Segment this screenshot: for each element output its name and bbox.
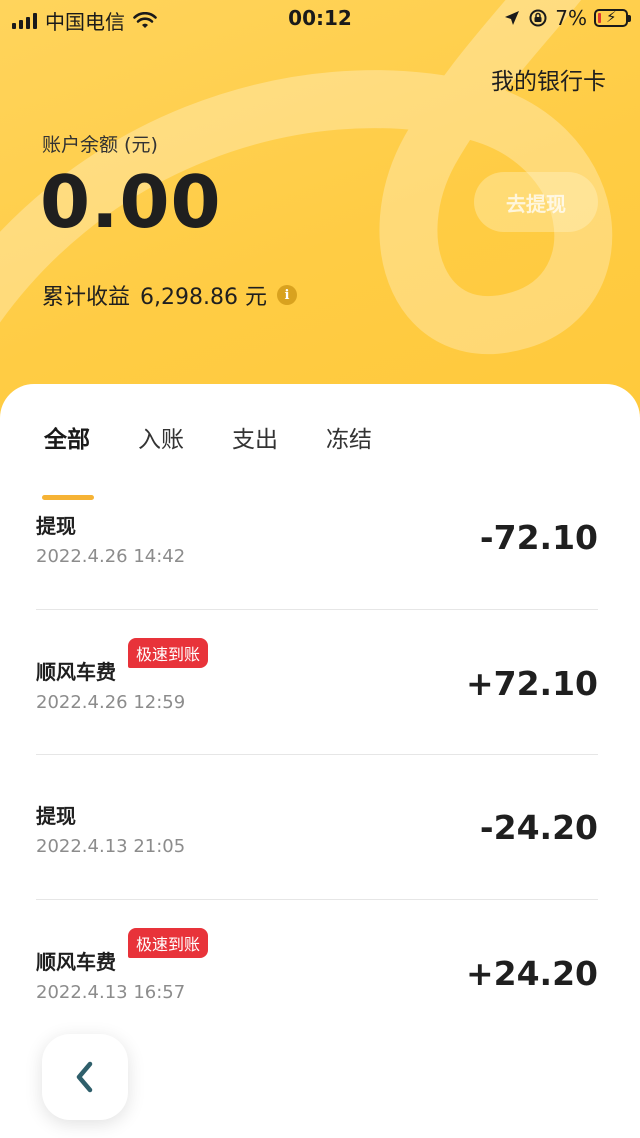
- status-bar: 中国电信 00:12 7% ⚡: [0, 0, 640, 38]
- battery-percent: 7%: [555, 6, 587, 30]
- carrier-label: 中国电信: [45, 10, 125, 34]
- transaction-row[interactable]: 极速到账 顺风车费 2022.4.26 12:59 +72.10: [36, 636, 598, 781]
- transaction-date: 2022.4.13 16:57: [36, 982, 186, 1003]
- filter-tabs: 全部 入账 支出 冻结: [0, 420, 640, 500]
- transaction-name: 提现: [36, 804, 76, 828]
- transaction-amount: -72.10: [479, 518, 598, 557]
- fast-arrival-badge: 极速到账: [128, 638, 209, 668]
- transaction-row[interactable]: 提现 2022.4.26 14:42 -72.10: [36, 500, 598, 645]
- location-arrow-icon: [505, 11, 520, 25]
- transaction-row[interactable]: 提现 2022.4.13 21:05 -24.20: [36, 790, 598, 935]
- balance-value: 0.00: [40, 160, 222, 244]
- transaction-name: 顺风车费: [36, 950, 116, 974]
- withdraw-button[interactable]: 去提现: [474, 172, 598, 232]
- row-divider: [36, 609, 598, 610]
- balance-label: 账户余额 (元): [42, 134, 158, 156]
- transaction-date: 2022.4.26 14:42: [36, 546, 186, 567]
- wifi-icon: [133, 11, 157, 28]
- chevron-left-icon: [76, 1061, 93, 1093]
- earnings-value: 6,298.86 元: [140, 285, 267, 310]
- back-button[interactable]: [42, 1034, 128, 1120]
- status-left: 中国电信: [12, 6, 157, 35]
- earnings-label: 累计收益: [42, 285, 131, 310]
- tab-all[interactable]: 全部: [44, 420, 90, 454]
- fast-arrival-badge: 极速到账: [128, 928, 209, 958]
- transaction-date: 2022.4.13 21:05: [36, 836, 186, 857]
- status-right: 7% ⚡: [503, 6, 631, 30]
- transaction-amount: -24.20: [479, 808, 598, 847]
- info-icon[interactable]: i: [276, 285, 297, 305]
- tab-income[interactable]: 入账: [138, 420, 184, 454]
- tab-expense[interactable]: 支出: [232, 420, 278, 454]
- rotation-lock-icon: [529, 9, 547, 27]
- my-bank-card-link[interactable]: 我的银行卡: [491, 62, 606, 96]
- transaction-name: 顺风车费: [36, 660, 116, 684]
- transaction-amount: +24.20: [465, 954, 598, 993]
- cumulative-earnings: 累计收益 6,298.86 元 i: [42, 279, 297, 311]
- battery-charging-icon: ⚡: [594, 8, 631, 27]
- transaction-name: 提现: [36, 514, 76, 538]
- row-divider: [36, 899, 598, 900]
- transaction-amount: +72.10: [465, 664, 598, 703]
- transaction-date: 2022.4.26 12:59: [36, 692, 186, 713]
- tab-frozen[interactable]: 冻结: [326, 420, 372, 454]
- signal-icon: [12, 12, 37, 29]
- row-divider: [36, 754, 598, 755]
